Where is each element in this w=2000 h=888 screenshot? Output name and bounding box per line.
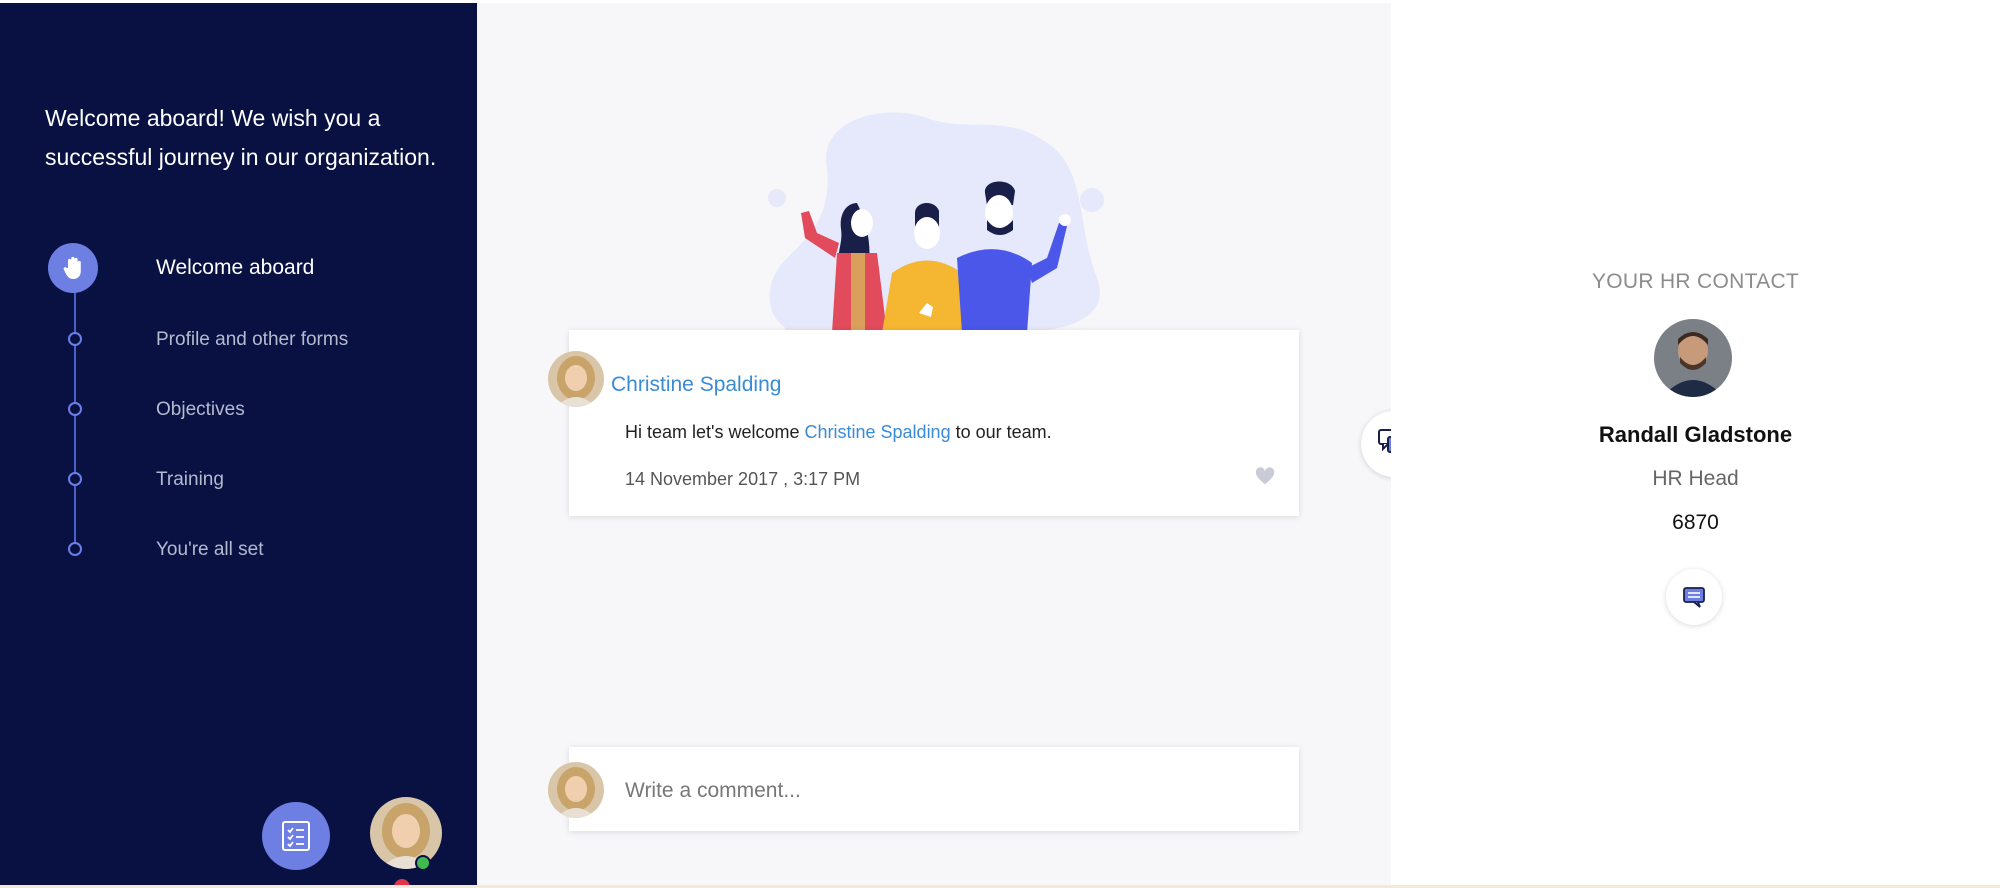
user-avatar[interactable] [370, 797, 442, 869]
checklist-button[interactable] [262, 802, 330, 870]
post-text-before: Hi team let's welcome [625, 422, 805, 442]
hr-contact-avatar [1654, 319, 1732, 397]
onboarding-steps: Welcome aboard Profile and other forms O… [0, 3, 477, 603]
hr-contact-extension: 6870 [1672, 511, 1719, 534]
post-author-avatar[interactable] [548, 351, 604, 407]
step-indicator [68, 402, 82, 416]
step-training[interactable]: Training [0, 459, 477, 499]
step-profile-forms[interactable]: Profile and other forms [0, 319, 477, 359]
message-hr-button[interactable] [1666, 569, 1722, 625]
step-objectives[interactable]: Objectives [0, 389, 477, 429]
hr-contact-role: HR Head [1652, 467, 1739, 490]
step-label: Objectives [156, 399, 245, 420]
checklist-icon [282, 821, 310, 851]
step-indicator [68, 472, 82, 486]
post-timestamp: 14 November 2017 , 3:17 PM [625, 469, 861, 489]
hr-contact-title: YOUR HR CONTACT [1591, 270, 1800, 293]
comment-input[interactable] [625, 773, 1265, 809]
hand-wave-icon [48, 243, 98, 293]
post-text-after: to our team. [950, 422, 1052, 442]
step-indicator [68, 542, 82, 556]
post-message: Hi team let's welcome Christine Spalding… [625, 422, 1052, 443]
online-status-indicator [415, 855, 431, 871]
step-indicator [68, 332, 82, 346]
team-welcome-illustration [768, 112, 1104, 333]
post-author-link[interactable]: Christine Spalding [611, 373, 781, 397]
step-label: Welcome aboard [156, 256, 315, 279]
chat-icon [1683, 587, 1705, 608]
hr-contact-panel: YOUR HR CONTACT Randall Gladstone HR Hea… [1391, 3, 2000, 885]
step-all-set[interactable]: You're all set [0, 529, 477, 569]
step-welcome-aboard[interactable]: Welcome aboard [0, 243, 477, 293]
step-label: Training [156, 469, 224, 490]
main-feed: Christine Spalding Hi team let's welcome… [477, 3, 1427, 885]
sidebar: Welcome aboard! We wish you a successful… [0, 3, 477, 885]
post-mention-link[interactable]: Christine Spalding [805, 422, 951, 442]
commenter-avatar [548, 762, 604, 818]
heart-icon [1255, 467, 1275, 485]
hr-contact-name: Randall Gladstone [1598, 422, 1793, 447]
step-label: You're all set [156, 539, 264, 560]
step-label: Profile and other forms [156, 329, 349, 350]
like-button[interactable] [1254, 465, 1276, 487]
